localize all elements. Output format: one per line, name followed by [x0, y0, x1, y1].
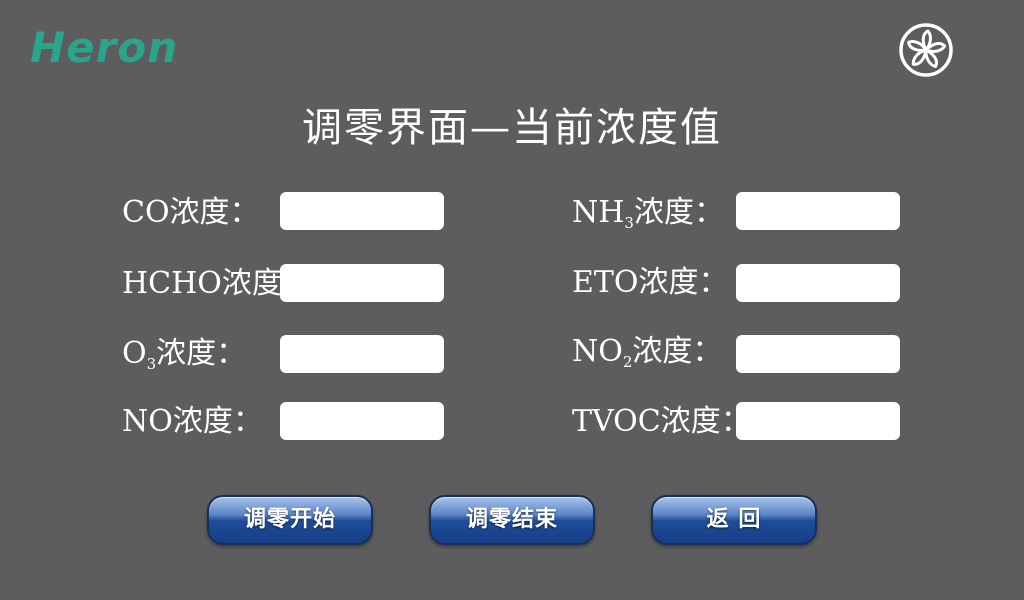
nh3-value-field[interactable]	[736, 192, 900, 230]
hcho-value-field[interactable]	[280, 264, 444, 302]
nh3-label: NH3浓度：	[572, 195, 724, 232]
tvoc-label: TVOC浓度：	[572, 404, 751, 439]
co-label: CO浓度：	[122, 195, 260, 230]
o3-value-field[interactable]	[280, 335, 444, 373]
no-label: NO浓度：	[122, 404, 263, 439]
no2-value-field[interactable]	[736, 335, 900, 373]
eto-label: ETO浓度：	[572, 265, 729, 300]
end-zero-button[interactable]: 调零结束	[429, 495, 595, 545]
no2-label: NO2浓度：	[572, 334, 723, 371]
eto-value-field[interactable]	[736, 264, 900, 302]
start-zero-button[interactable]: 调零开始	[207, 495, 373, 545]
co-value-field[interactable]	[280, 192, 444, 230]
no-value-field[interactable]	[280, 402, 444, 440]
heron-logo: Heron	[30, 23, 179, 72]
fan-icon[interactable]	[898, 22, 954, 78]
page-title: 调零界面—当前浓度值	[302, 105, 722, 151]
o3-label: O3浓度：	[122, 336, 247, 373]
back-button[interactable]: 返 回	[651, 495, 817, 545]
tvoc-value-field[interactable]	[736, 402, 900, 440]
